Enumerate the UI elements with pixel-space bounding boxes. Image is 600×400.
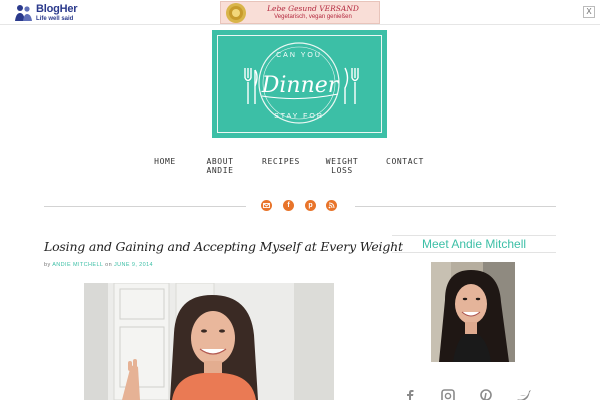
pinterest-icon[interactable]: p — [305, 200, 316, 211]
post-title[interactable]: Losing and Gaining and Accepting Myself … — [44, 239, 403, 254]
email-icon[interactable] — [261, 200, 272, 211]
logo-top-text: CAN YOU — [276, 52, 322, 59]
facebook-icon[interactable]: f — [283, 200, 294, 211]
blogher-name: BlogHer — [36, 3, 78, 15]
blogher-tagline: Life well said — [36, 16, 74, 22]
close-ad-button[interactable]: X — [583, 6, 595, 18]
nav-recipes[interactable]: RECIPES — [261, 157, 301, 166]
ad-banner[interactable]: Lebe Gesund VERSAND Vegetarisch, vegan g… — [220, 1, 380, 24]
nav-weight-label-1: WEIGHT — [325, 157, 359, 166]
nav-home-label: HOME — [154, 157, 176, 166]
nav-about-label-2: ANDIE — [206, 166, 234, 175]
top-ad-bar: BlogHer Life well said Lebe Gesund VERSA… — [0, 0, 600, 25]
blogher-logo[interactable]: BlogHer Life well said — [14, 3, 78, 23]
ad-headline: Lebe Gesund VERSAND — [267, 3, 359, 13]
medal-icon — [226, 2, 246, 23]
nav-weight-label-2: LOSS — [331, 166, 353, 175]
fork-icon — [244, 68, 258, 104]
nav-about-label-1: ABOUT — [206, 157, 234, 166]
post-date: JUNE 9, 2014 — [113, 262, 154, 268]
nav-weight-loss[interactable]: WEIGHT LOSS — [323, 157, 361, 175]
nav-contact[interactable]: CONTACT — [384, 157, 426, 166]
post-photo[interactable] — [84, 283, 334, 400]
post-author-link[interactable]: ANDIE MITCHELL — [52, 262, 103, 268]
sidebar-heading: Meet Andie Mitchell — [392, 235, 556, 253]
divider-left — [44, 206, 246, 207]
divider-right — [355, 206, 556, 207]
cutlery-icon — [344, 67, 359, 104]
sidebar-pinterest-icon[interactable] — [478, 389, 494, 400]
post-meta: by ANDIE MITCHELL on JUNE 9, 2014 — [44, 262, 153, 268]
sidebar-instagram-icon[interactable] — [440, 389, 456, 400]
nav-about-andie[interactable]: ABOUT ANDIE — [203, 157, 237, 175]
nav-contact-label: CONTACT — [386, 157, 424, 166]
ad-subline: Vegetarisch, vegan genießen — [274, 14, 352, 21]
rss-icon[interactable] — [326, 200, 337, 211]
author-photo[interactable] — [431, 262, 515, 362]
blogher-people-icon — [14, 4, 34, 22]
sidebar-facebook-icon[interactable] — [402, 389, 418, 400]
meta-by: by — [44, 262, 51, 268]
nav-home[interactable]: HOME — [151, 157, 179, 166]
main-nav: HOME ABOUT ANDIE RECIPES WEIGHT LOSS CON… — [0, 157, 600, 177]
meta-on: on — [105, 262, 113, 268]
nav-recipes-label: RECIPES — [262, 157, 300, 166]
logo-main-text: Dinner — [261, 73, 340, 98]
logo-bottom-text: STAY FOR — [274, 113, 324, 120]
site-logo[interactable]: CAN YOU Dinner STAY FOR — [212, 30, 387, 138]
sidebar-twitter-icon[interactable] — [516, 389, 532, 400]
